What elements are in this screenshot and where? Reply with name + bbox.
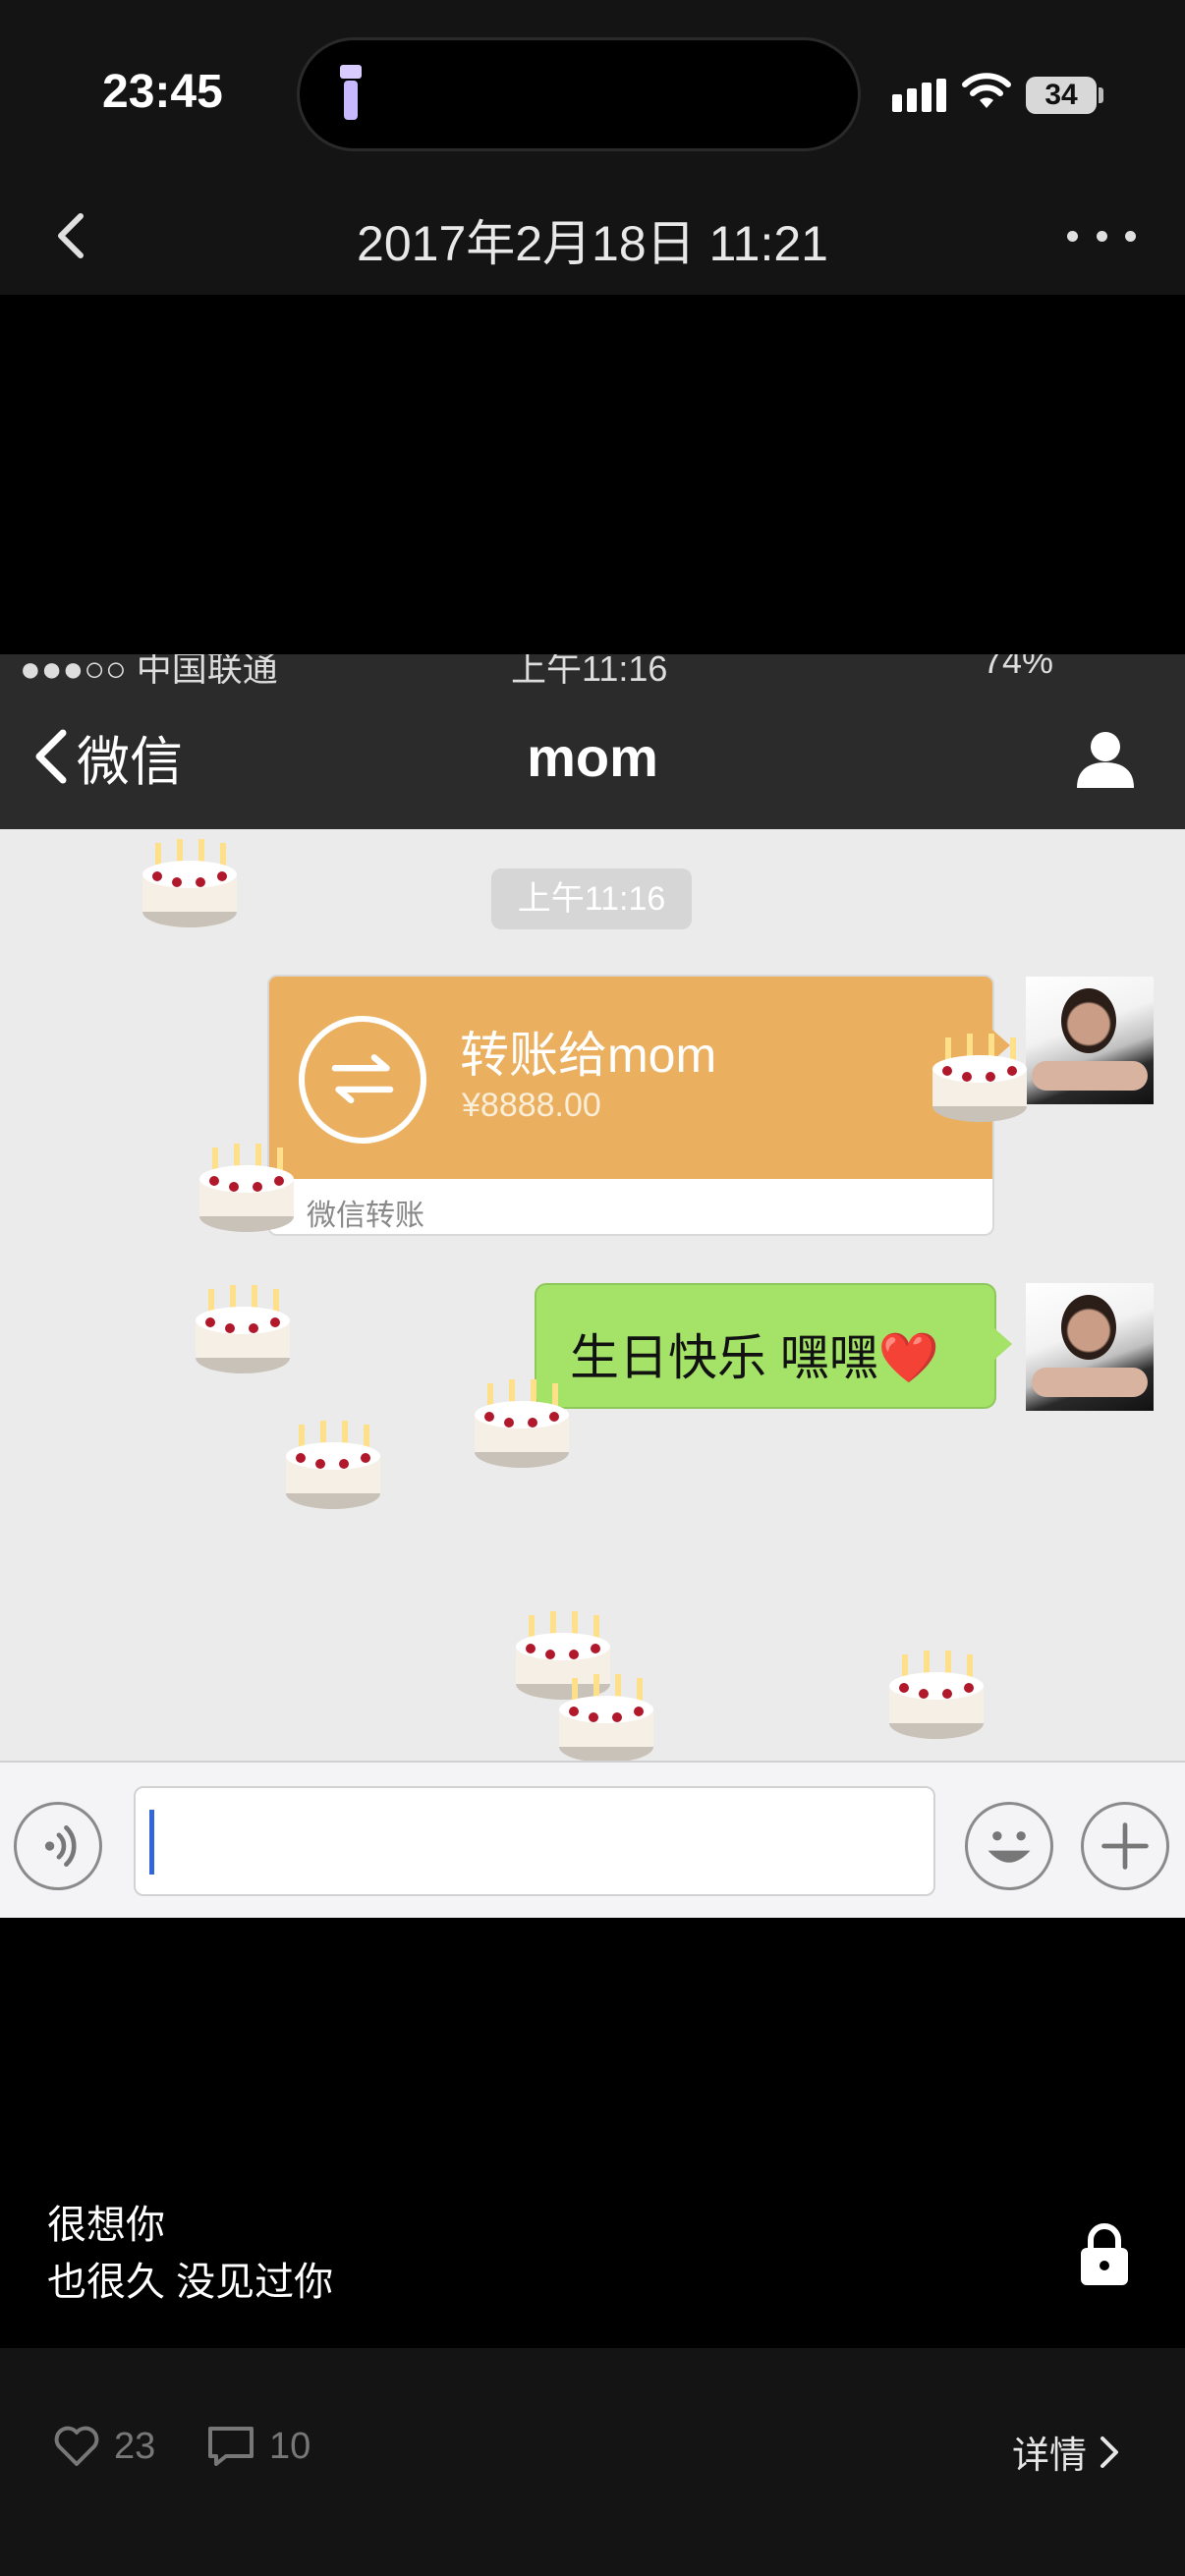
- top-navigation: 2017年2月18日 11:21: [0, 177, 1185, 295]
- heart-icon: [54, 2426, 99, 2466]
- transfer-label: 微信转账: [307, 1200, 424, 1232]
- post-footer: 23 10 详情: [0, 2348, 1185, 2576]
- status-time: 23:45: [102, 66, 223, 118]
- comment-button[interactable]: 10: [206, 2425, 310, 2468]
- status-bar: 23:45 34: [0, 0, 1185, 177]
- details-link[interactable]: 详情: [1012, 2425, 1120, 2479]
- avatar-arm: [1032, 1061, 1148, 1091]
- lock-icon[interactable]: [1079, 2222, 1130, 2285]
- transfer-card-header: 转账给mom ¥8888.00: [269, 977, 992, 1179]
- dot-icon: [1125, 230, 1136, 242]
- cake-emoji-icon: [142, 839, 237, 927]
- transfer-amount: ¥8888.00: [462, 1087, 601, 1124]
- wechat-status-bar: ●●●○○ 中国联通 上午11:16 74%: [0, 654, 1185, 684]
- avatar-arm: [1032, 1368, 1148, 1397]
- like-count: 23: [114, 2425, 156, 2467]
- avatar-head: [1061, 988, 1116, 1053]
- chevron-right-icon: [1100, 2436, 1119, 2468]
- cake-emoji-icon: [196, 1285, 290, 1373]
- sender-avatar[interactable]: [1026, 1283, 1154, 1411]
- emoji-icon[interactable]: [965, 1802, 1053, 1890]
- caption-line: 很想你: [47, 2204, 165, 2247]
- comment-icon: [208, 2427, 254, 2466]
- cake-emoji-icon: [889, 1651, 984, 1739]
- wechat-input-bar: [0, 1761, 1185, 1918]
- transfer-card-footer: 微信转账: [269, 1179, 992, 1234]
- wechat-carrier: ●●●○○ 中国联通: [20, 654, 278, 684]
- wechat-screenshot: ●●●○○ 中国联通 上午11:16 74% 微信 mom 上午11:16 转账…: [0, 654, 1185, 1918]
- voice-input-icon[interactable]: [14, 1802, 102, 1890]
- plus-icon[interactable]: [1081, 1802, 1169, 1890]
- dot-icon: [1067, 230, 1078, 242]
- cake-emoji-icon: [286, 1421, 380, 1509]
- message-timestamp: 上午11:16: [491, 868, 692, 929]
- chat-title: mom: [527, 726, 658, 788]
- transfer-message-card[interactable]: 转账给mom ¥8888.00 微信转账: [267, 975, 994, 1236]
- profile-icon[interactable]: [1073, 727, 1138, 792]
- more-options-button[interactable]: [1067, 216, 1136, 255]
- sender-avatar[interactable]: [1026, 977, 1154, 1104]
- caption-line: 也很久 没见过你: [47, 2261, 334, 2304]
- cake-emoji-icon: [932, 1034, 1027, 1122]
- bubble-tail: [994, 1328, 1012, 1360]
- details-label: 详情: [1012, 2436, 1088, 2477]
- message-text: 生日快乐 嘿嘿❤️: [570, 1330, 940, 1385]
- comment-count: 10: [269, 2425, 311, 2467]
- cake-emoji-icon: [559, 1674, 653, 1763]
- wechat-battery: 74%: [983, 654, 1054, 681]
- cake-emoji-icon: [199, 1144, 294, 1232]
- dot-icon: [1096, 230, 1107, 242]
- transfer-title: 转账给mom: [460, 1028, 717, 1083]
- wechat-nav-bar: 微信 mom: [0, 684, 1185, 829]
- transfer-arrows-icon: [299, 1016, 426, 1144]
- battery-nub: [1099, 87, 1103, 103]
- cake-emoji-icon: [475, 1379, 569, 1468]
- wifi-icon: [962, 73, 1011, 108]
- post-caption: 很想你 也很久 没见过你: [47, 2197, 333, 2311]
- page-title: 2017年2月18日 11:21: [357, 216, 828, 271]
- flashlight-icon: [340, 65, 362, 120]
- wechat-status-time: 上午11:16: [511, 654, 668, 684]
- text-caret: [149, 1810, 154, 1875]
- battery-icon: 34: [1026, 77, 1097, 114]
- text-message-bubble[interactable]: 生日快乐 嘿嘿❤️: [535, 1283, 996, 1409]
- like-button[interactable]: 23: [53, 2425, 155, 2468]
- avatar-head: [1061, 1295, 1116, 1360]
- message-input[interactable]: [134, 1786, 935, 1896]
- dynamic-island: [297, 37, 861, 151]
- cellular-signal-icon: [892, 79, 946, 112]
